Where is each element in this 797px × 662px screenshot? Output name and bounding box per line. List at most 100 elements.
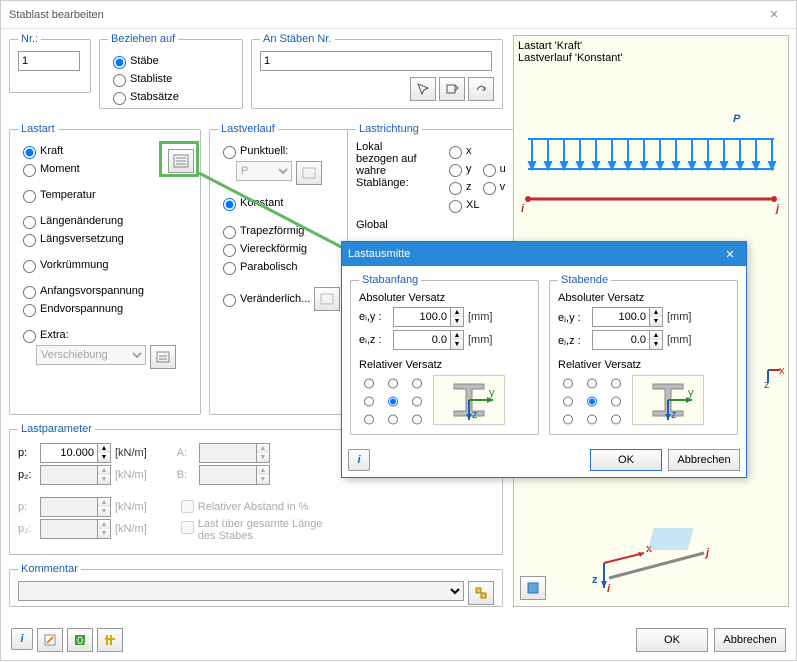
rel-grid-end[interactable] [558, 374, 624, 426]
modal-title-text: Lastausmitte [348, 248, 720, 260]
extra-select: Verschiebung [36, 345, 146, 365]
radio-y[interactable] [449, 164, 462, 177]
main-help-button[interactable]: i [11, 628, 33, 650]
svg-text:z: z [592, 574, 598, 586]
ejz-spin[interactable]: ▲▼ [649, 330, 663, 350]
radio-anfangsv[interactable] [23, 286, 36, 299]
radio-kraft[interactable] [23, 146, 36, 159]
radio-stabsaetze[interactable] [113, 92, 126, 105]
load-diagram-icon: P i j [518, 104, 784, 214]
chk-gesamt [181, 521, 194, 534]
close-icon[interactable]: ✕ [760, 8, 788, 21]
svg-text:j: j [704, 547, 710, 559]
svg-text:0.00: 0.00 [77, 635, 87, 647]
legend-kommentar: Kommentar [18, 563, 81, 575]
units-button[interactable] [97, 628, 123, 652]
radio-temperatur[interactable] [23, 190, 36, 203]
legend-lastparam: Lastparameter [18, 423, 95, 435]
svg-text:j: j [774, 203, 780, 214]
radio-u[interactable] [483, 164, 496, 177]
extra-edit-button[interactable] [150, 345, 176, 369]
modal-close-icon[interactable]: ✕ [720, 248, 740, 261]
radio-xl[interactable] [449, 200, 462, 213]
punkt-select: P [236, 161, 292, 181]
kommentar-lib-button[interactable] [468, 581, 494, 605]
3d-axis-icon: x z i j [574, 508, 724, 598]
clear-button[interactable] [468, 77, 494, 101]
radio-trapez[interactable] [223, 226, 236, 239]
modal-titlebar: Lastausmitte ✕ [342, 242, 746, 266]
global-label-1: Global [356, 219, 506, 231]
lastart-excentricity-button[interactable] [168, 149, 194, 173]
a-input [199, 443, 257, 463]
pick-member-button[interactable] [410, 77, 436, 101]
radio-vorkr[interactable] [23, 260, 36, 273]
eiy-spin[interactable]: ▲▼ [450, 307, 464, 327]
kommentar-select[interactable] [18, 581, 464, 601]
radio-extra[interactable] [23, 330, 36, 343]
nr-input[interactable] [18, 51, 80, 71]
radio-stabliste[interactable] [113, 74, 126, 87]
eiy-input[interactable] [393, 307, 451, 327]
preview-line2: Lastverlauf 'Konstant' [518, 52, 784, 64]
svg-text:z: z [671, 409, 677, 421]
svg-text:z: z [472, 409, 478, 421]
radio-moment[interactable] [23, 164, 36, 177]
p1-input[interactable] [40, 443, 98, 463]
group-lastverlauf: Lastverlauf Punktuell: P Konstant Trapez… [209, 123, 349, 415]
radio-x[interactable] [449, 146, 462, 159]
modal-cancel-button[interactable]: Abbrechen [668, 449, 740, 471]
radio-viereck[interactable] [223, 244, 236, 257]
ejy-input[interactable] [592, 307, 650, 327]
modal-lastausmitte: Lastausmitte ✕ Stabanfang Absoluter Vers… [341, 241, 747, 478]
svg-text:y: y [688, 387, 694, 399]
radio-laenge[interactable] [23, 216, 36, 229]
p2-input [40, 465, 98, 485]
preview-line1: Lastart 'Kraft' [518, 40, 784, 52]
eiz-input[interactable] [393, 330, 451, 350]
svg-text:P: P [733, 113, 741, 125]
legend-lastverlauf: Lastverlauf [218, 123, 278, 135]
chk-relativ [181, 500, 194, 513]
group-lastart: Lastart Kraft Moment Temperatur Längenän… [9, 123, 201, 415]
legend-anstab: An Stäben Nr. [260, 33, 335, 45]
radio-konstant[interactable] [223, 198, 236, 211]
ejz-input[interactable] [592, 330, 650, 350]
group-stabende: Stabende Absoluter Versatz eⱼ,y : ▲▼ [mm… [549, 274, 738, 435]
section-icon-start: y z [433, 375, 505, 425]
edit-button[interactable] [37, 628, 63, 652]
svg-text:x: x [779, 366, 784, 377]
import-button[interactable] [439, 77, 465, 101]
eiz-spin[interactable]: ▲▼ [450, 330, 464, 350]
radio-parabol[interactable] [223, 262, 236, 275]
svg-text:y: y [489, 387, 495, 399]
svg-text:i: i [607, 583, 611, 595]
radio-punktuell[interactable] [223, 146, 236, 159]
group-nr: Nr.: [9, 33, 91, 93]
p1-spin[interactable]: ▲▼ [97, 443, 111, 463]
group-stabanfang: Stabanfang Absoluter Versatz eᵢ,y : ▲▼ [… [350, 274, 539, 435]
main-cancel-button[interactable]: Abbrechen [714, 628, 786, 652]
anstab-input[interactable] [260, 51, 492, 71]
legend-bezug: Beziehen auf [108, 33, 178, 45]
ejy-spin[interactable]: ▲▼ [649, 307, 663, 327]
radio-veraend[interactable] [223, 294, 236, 307]
radio-z[interactable] [449, 182, 462, 195]
radio-laengsv[interactable] [23, 234, 36, 247]
radio-v[interactable] [483, 182, 496, 195]
radio-endv[interactable] [23, 304, 36, 317]
lokal-label: Lokal bezogen auf wahre Stablänge: [356, 141, 438, 215]
mini-axis-icon: x z [764, 366, 784, 396]
radio-staebe[interactable] [113, 56, 126, 69]
legend-lastart: Lastart [18, 123, 58, 135]
preview-refresh-button[interactable] [520, 576, 546, 600]
window-title: Stablast bearbeiten [9, 9, 760, 21]
calc-button[interactable]: 0.00 [67, 628, 93, 652]
section-icon-end: y z [632, 375, 704, 425]
modal-help-button[interactable]: i [348, 449, 370, 471]
p3-input [40, 497, 98, 517]
main-ok-button[interactable]: OK [636, 628, 708, 652]
rel-grid-start[interactable] [359, 374, 425, 426]
modal-ok-button[interactable]: OK [590, 449, 662, 471]
titlebar: Stablast bearbeiten ✕ [1, 1, 796, 29]
